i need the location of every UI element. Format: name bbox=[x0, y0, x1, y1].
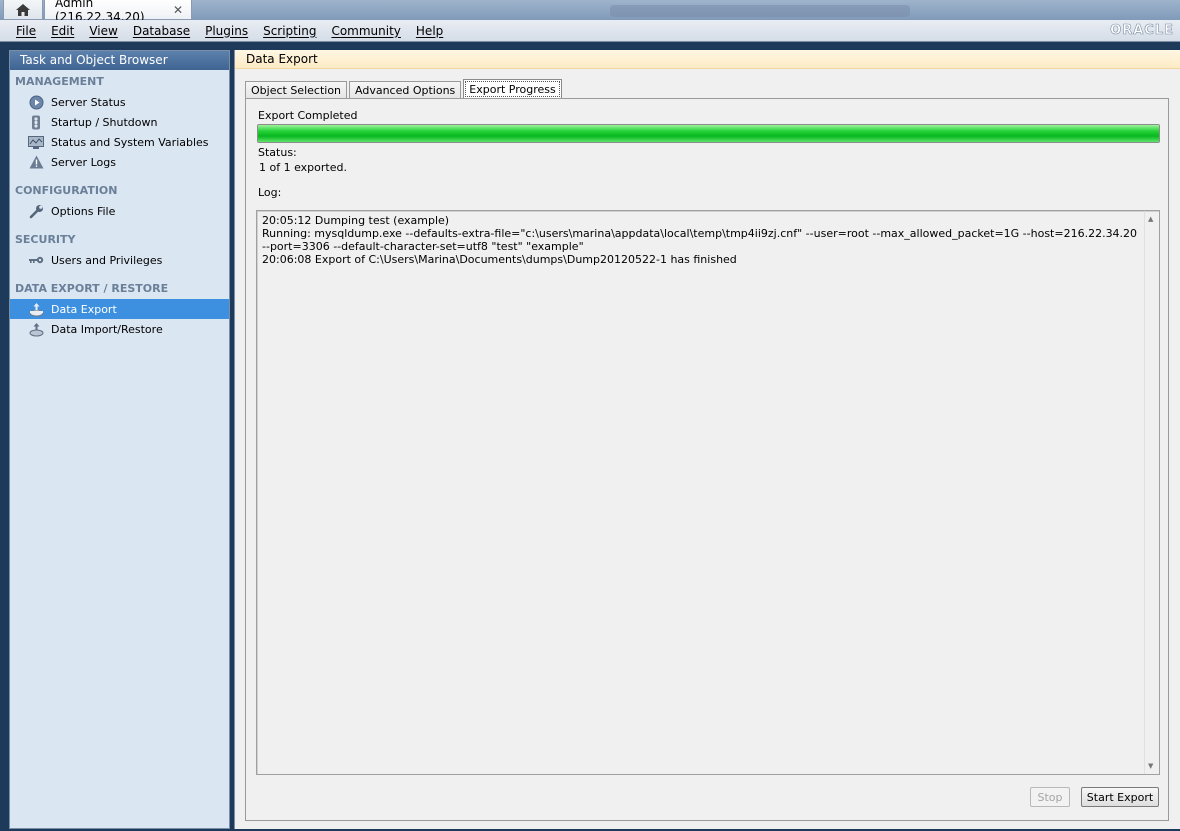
oracle-logo: ORACLE bbox=[1110, 23, 1174, 39]
stop-button[interactable]: Stop bbox=[1030, 787, 1070, 807]
panel-title: Data Export bbox=[235, 50, 1180, 69]
tab-export-progress[interactable]: Export Progress bbox=[463, 79, 562, 99]
home-icon bbox=[16, 3, 30, 16]
sidebar-item-label: Data Export bbox=[51, 302, 117, 316]
sidebar-item-label: Server Status bbox=[51, 95, 126, 109]
menu-bar: File Edit View Database Plugins Scriptin… bbox=[0, 20, 1180, 42]
data-export-panel: Data Export Object Selection Advanced Op… bbox=[234, 50, 1180, 829]
log-label: Log: bbox=[258, 186, 282, 199]
log-line: Running: mysqldump.exe --defaults-extra-… bbox=[262, 227, 1138, 253]
sidebar-item-label: Users and Privileges bbox=[51, 253, 163, 267]
export-progress-bar bbox=[257, 124, 1160, 143]
scroll-up-icon[interactable]: ▲ bbox=[1148, 215, 1153, 223]
start-export-button[interactable]: Start Export bbox=[1081, 787, 1159, 807]
tab-bar: Object Selection Advanced Options Export… bbox=[245, 79, 564, 99]
status-label: Status: bbox=[258, 146, 297, 159]
menu-community[interactable]: Community bbox=[331, 24, 400, 38]
sidebar-item-startup-shutdown[interactable]: Startup / Shutdown bbox=[10, 112, 229, 132]
wrench-icon bbox=[28, 203, 44, 219]
section-management: MANAGEMENT bbox=[15, 75, 104, 88]
export-icon bbox=[28, 301, 44, 317]
progress-label: Export Completed bbox=[258, 109, 358, 122]
sidebar-item-label: Server Logs bbox=[51, 155, 116, 169]
sidebar-item-server-logs[interactable]: Server Logs bbox=[10, 152, 229, 172]
menu-database[interactable]: Database bbox=[133, 24, 190, 38]
scroll-down-icon[interactable]: ▼ bbox=[1148, 762, 1153, 770]
admin-connection-tab[interactable]: Admin (216.22.34.20) ✕ bbox=[44, 0, 192, 24]
menu-edit[interactable]: Edit bbox=[51, 24, 74, 38]
close-icon[interactable]: ✕ bbox=[173, 3, 183, 17]
sidebar-item-label: Status and System Variables bbox=[51, 135, 209, 149]
sidebar-item-label: Data Import/Restore bbox=[51, 322, 163, 336]
log-lines: 20:05:12 Dumping test (example) Running:… bbox=[262, 214, 1142, 266]
menu-help[interactable]: Help bbox=[416, 24, 443, 38]
tab-advanced-options[interactable]: Advanced Options bbox=[349, 81, 462, 99]
menu-scripting[interactable]: Scripting bbox=[263, 24, 316, 38]
key-icon bbox=[28, 252, 44, 268]
log-textarea[interactable]: 20:05:12 Dumping test (example) Running:… bbox=[256, 210, 1160, 775]
sidebar-item-data-export[interactable]: Data Export bbox=[10, 299, 229, 319]
section-data-export-restore: DATA EXPORT / RESTORE bbox=[15, 282, 169, 295]
status-value: 1 of 1 exported. bbox=[259, 161, 347, 174]
progress-fill bbox=[258, 125, 1159, 142]
sidebar-item-users-privileges[interactable]: Users and Privileges bbox=[10, 250, 229, 270]
log-line: 20:06:08 Export of C:\Users\Marina\Docum… bbox=[262, 253, 737, 266]
menu-file[interactable]: File bbox=[16, 24, 36, 38]
sidebar-item-data-import-restore[interactable]: Data Import/Restore bbox=[10, 319, 229, 339]
sidebar-item-label: Startup / Shutdown bbox=[51, 115, 158, 129]
home-tab[interactable] bbox=[3, 0, 43, 20]
task-object-browser: Task and Object Browser MANAGEMENT Serve… bbox=[9, 50, 230, 829]
menu-plugins[interactable]: Plugins bbox=[205, 24, 248, 38]
import-icon bbox=[28, 321, 44, 337]
sidebar-title: Task and Object Browser bbox=[10, 51, 229, 70]
section-security: SECURITY bbox=[15, 233, 76, 246]
play-circle-icon bbox=[28, 94, 44, 110]
warning-icon bbox=[28, 154, 44, 170]
export-progress-page: Export Completed Status: 1 of 1 exported… bbox=[245, 98, 1169, 821]
traffic-light-icon bbox=[28, 114, 44, 130]
log-scrollbar[interactable]: ▲ ▼ bbox=[1144, 211, 1159, 774]
menu-view[interactable]: View bbox=[89, 24, 117, 38]
sidebar-item-label: Options File bbox=[51, 204, 116, 218]
sidebar-item-status-variables[interactable]: Status and System Variables bbox=[10, 132, 229, 152]
sidebar-item-options-file[interactable]: Options File bbox=[10, 201, 229, 221]
tab-object-selection[interactable]: Object Selection bbox=[245, 81, 348, 99]
sidebar-item-server-status[interactable]: Server Status bbox=[10, 92, 229, 112]
monitor-icon bbox=[28, 134, 44, 150]
section-configuration: CONFIGURATION bbox=[15, 184, 118, 197]
title-bar: Admin (216.22.34.20) ✕ bbox=[0, 0, 1180, 24]
log-line: 20:05:12 Dumping test (example) bbox=[262, 214, 450, 227]
